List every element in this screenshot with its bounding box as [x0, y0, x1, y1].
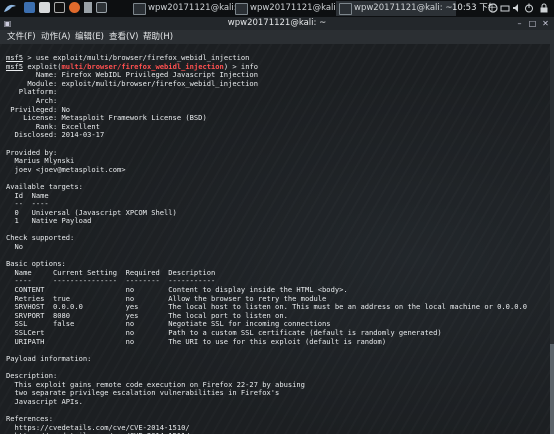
firefox-icon[interactable]	[69, 2, 80, 15]
menu-edit[interactable]: 编辑(E)	[75, 30, 104, 44]
taskbar: wpw20171121@kali: ~ wpw20171121@kali: ~ …	[0, 0, 554, 17]
terminal-icon	[235, 3, 248, 15]
taskbar-window-3[interactable]: wpw20171121@kali: ~	[336, 1, 456, 16]
minimize-button[interactable]: –	[514, 18, 525, 29]
window-title: wpw20171121@kali: ~	[227, 18, 327, 28]
maximize-button[interactable]: □	[527, 18, 538, 29]
scrollbar[interactable]	[550, 44, 554, 434]
module-info-output: Name: Firefox WebIDL Privileged Javascri…	[6, 70, 528, 434]
terminal-launcher-icon[interactable]	[54, 2, 65, 15]
desktop-icon[interactable]	[24, 2, 35, 15]
menu-file[interactable]: 文件(F)	[7, 30, 36, 44]
scrollbar-thumb[interactable]	[550, 344, 554, 434]
taskbar-window-2[interactable]: wpw20171121@kali: ~	[232, 1, 352, 16]
window-titlebar[interactable]: ▣ wpw20171121@kali: ~ – □ ✕	[0, 17, 554, 30]
terminal-icon	[133, 3, 146, 15]
window-menu-icon[interactable]: ▣	[2, 18, 13, 29]
kali-menu-icon[interactable]	[3, 2, 17, 15]
menu-view[interactable]: 查看(V)	[109, 30, 138, 44]
menu-arrow-icon[interactable]	[84, 2, 92, 15]
notification-icon[interactable]	[488, 3, 498, 13]
power-icon[interactable]	[524, 3, 534, 13]
terminal-icon	[339, 3, 352, 15]
workspace-icon[interactable]	[96, 2, 107, 15]
network-icon[interactable]	[500, 3, 510, 13]
menu-action[interactable]: 动作(A)	[41, 30, 70, 44]
menu-help[interactable]: 帮助(H)	[143, 30, 173, 44]
menu-bar: 文件(F) 动作(A) 编辑(E) 查看(V) 帮助(H)	[0, 30, 554, 44]
lock-icon[interactable]	[539, 3, 549, 13]
taskbar-window-1[interactable]: wpw20171121@kali: ~	[130, 1, 248, 16]
volume-icon[interactable]	[512, 3, 522, 13]
terminal-output: msf5 > use exploit/multi/browser/firefox…	[0, 44, 554, 434]
terminal-area[interactable]: msf5 > use exploit/multi/browser/firefox…	[0, 44, 554, 434]
close-button[interactable]: ✕	[540, 18, 551, 29]
files-icon[interactable]	[39, 2, 50, 15]
